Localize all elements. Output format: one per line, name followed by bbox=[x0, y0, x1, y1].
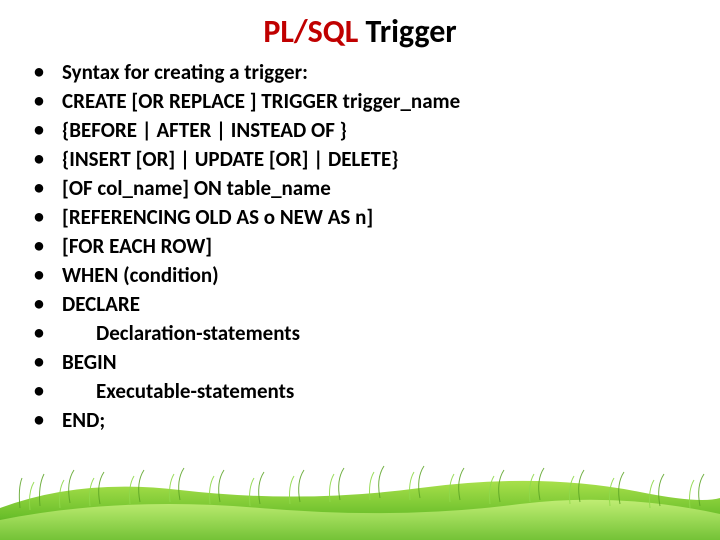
bullet-dot-icon: • bbox=[34, 88, 62, 116]
bullet-text: Executable-statements bbox=[62, 377, 674, 406]
bullet-text: DECLARE bbox=[62, 290, 674, 319]
bullet-dot-icon: • bbox=[34, 349, 62, 377]
bullet-text: {INSERT [OR] | UPDATE [OR] | DELETE} bbox=[62, 145, 674, 174]
title-part-red: PL/SQL bbox=[263, 12, 358, 51]
bullet-item: •Syntax for creating a trigger: bbox=[34, 58, 674, 87]
bullet-item: •Declaration-statements bbox=[34, 319, 674, 348]
slide: PL/SQL Trigger •Syntax for creating a tr… bbox=[0, 0, 720, 540]
bullet-item: •{BEFORE | AFTER | INSTEAD OF } bbox=[34, 116, 674, 145]
bullet-item: •[FOR EACH ROW] bbox=[34, 232, 674, 261]
bullet-dot-icon: • bbox=[34, 146, 62, 174]
bullet-text: BEGIN bbox=[62, 348, 674, 377]
bullet-text: CREATE [OR REPLACE ] TRIGGER trigger_nam… bbox=[62, 87, 674, 116]
bullet-text: Declaration-statements bbox=[62, 319, 674, 348]
bullet-dot-icon: • bbox=[34, 233, 62, 261]
bullet-text: WHEN (condition) bbox=[62, 261, 674, 290]
bullet-text: {BEFORE | AFTER | INSTEAD OF } bbox=[62, 116, 674, 145]
bullet-text: Syntax for creating a trigger: bbox=[62, 58, 674, 87]
bullet-dot-icon: • bbox=[34, 378, 62, 406]
grass-decoration bbox=[0, 448, 720, 540]
bullet-dot-icon: • bbox=[34, 59, 62, 87]
bullet-dot-icon: • bbox=[34, 175, 62, 203]
bullet-text: [REFERENCING OLD AS o NEW AS n] bbox=[62, 203, 674, 232]
bullet-text: [FOR EACH ROW] bbox=[62, 232, 674, 261]
title-part-black: Trigger bbox=[358, 12, 456, 51]
bullet-item: •{INSERT [OR] | UPDATE [OR] | DELETE} bbox=[34, 145, 674, 174]
bullet-item: •CREATE [OR REPLACE ] TRIGGER trigger_na… bbox=[34, 87, 674, 116]
bullet-item: •[OF col_name] ON table_name bbox=[34, 174, 674, 203]
bullet-item: •END; bbox=[34, 406, 674, 435]
bullet-dot-icon: • bbox=[34, 117, 62, 145]
bullet-text: [OF col_name] ON table_name bbox=[62, 174, 674, 203]
bullet-list: •Syntax for creating a trigger:•CREATE [… bbox=[34, 58, 674, 435]
slide-title: PL/SQL Trigger bbox=[0, 12, 720, 51]
bullet-item: •Executable-statements bbox=[34, 377, 674, 406]
bullet-dot-icon: • bbox=[34, 320, 62, 348]
bullet-dot-icon: • bbox=[34, 204, 62, 232]
bullet-item: •DECLARE bbox=[34, 290, 674, 319]
bullet-dot-icon: • bbox=[34, 407, 62, 435]
bullet-text: END; bbox=[62, 406, 674, 435]
bullet-dot-icon: • bbox=[34, 291, 62, 319]
bullet-dot-icon: • bbox=[34, 262, 62, 290]
bullet-item: •WHEN (condition) bbox=[34, 261, 674, 290]
bullet-item: •[REFERENCING OLD AS o NEW AS n] bbox=[34, 203, 674, 232]
bullet-item: •BEGIN bbox=[34, 348, 674, 377]
